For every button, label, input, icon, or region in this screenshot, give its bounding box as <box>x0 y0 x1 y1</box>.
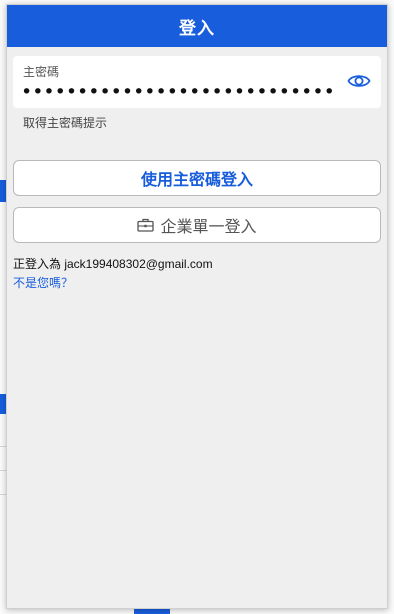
page-title: 登入 <box>7 5 387 47</box>
password-hint-link[interactable]: 取得主密碼提示 <box>23 114 107 131</box>
sso-login-button[interactable]: 企業單一登入 <box>13 207 381 243</box>
master-password-input[interactable]: •••••••••••••••••••••••••••••••••••• <box>21 81 337 103</box>
master-password-login-label: 使用主密碼登入 <box>140 172 253 189</box>
master-password-label: 主密碼 <box>23 65 60 79</box>
sso-login-label: 企業單一登入 <box>160 219 257 236</box>
master-password-login-button[interactable]: 使用主密碼登入 <box>13 160 381 196</box>
logged-in-as-text: 正登入為 jack199408302@gmail.com <box>13 257 213 271</box>
eye-icon[interactable] <box>347 71 371 91</box>
not-you-link[interactable]: 不是您嗎？ <box>13 274 73 291</box>
briefcase-icon <box>137 218 155 232</box>
master-password-field[interactable]: 主密碼 •••••••••••••••••••••••••••••••••••• <box>13 56 381 108</box>
login-popup: 登入 主密碼 •••••••••••••••••••••••••••••••••… <box>6 4 388 609</box>
